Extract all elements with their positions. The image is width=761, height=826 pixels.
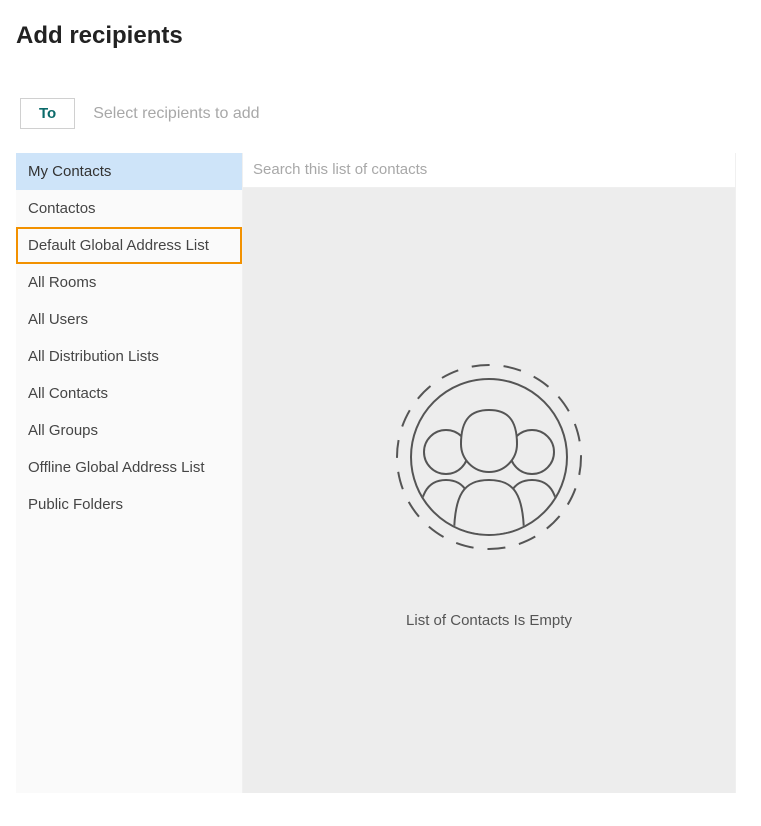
search-input[interactable] xyxy=(253,161,725,178)
contacts-main: List of Contacts Is Empty xyxy=(243,153,735,793)
recipients-input[interactable] xyxy=(93,105,761,123)
sidebar-item-all-users[interactable]: All Users xyxy=(16,301,242,338)
sidebar-item-offline-global-address-list[interactable]: Offline Global Address List xyxy=(16,449,242,486)
sidebar-item-contactos[interactable]: Contactos xyxy=(16,190,242,227)
search-strip xyxy=(243,153,735,188)
sidebar-item-public-folders[interactable]: Public Folders xyxy=(16,486,242,523)
empty-contacts-icon xyxy=(384,352,594,562)
picker-panel: My ContactsContactosDefault Global Addre… xyxy=(16,153,736,793)
empty-state: List of Contacts Is Empty xyxy=(243,188,735,793)
sidebar-item-all-rooms[interactable]: All Rooms xyxy=(16,264,242,301)
sidebar-item-my-contacts[interactable]: My Contacts xyxy=(16,153,242,190)
to-button[interactable]: To xyxy=(20,98,75,129)
sidebar-item-all-contacts[interactable]: All Contacts xyxy=(16,375,242,412)
sidebar-item-default-global-address-list[interactable]: Default Global Address List xyxy=(16,227,242,264)
sidebar-item-all-groups[interactable]: All Groups xyxy=(16,412,242,449)
sidebar-item-all-distribution-lists[interactable]: All Distribution Lists xyxy=(16,338,242,375)
recipient-bar: To xyxy=(16,98,761,129)
address-list-sidebar: My ContactsContactosDefault Global Addre… xyxy=(16,153,243,793)
page-title: Add recipients xyxy=(16,22,761,50)
empty-message: List of Contacts Is Empty xyxy=(406,612,572,629)
